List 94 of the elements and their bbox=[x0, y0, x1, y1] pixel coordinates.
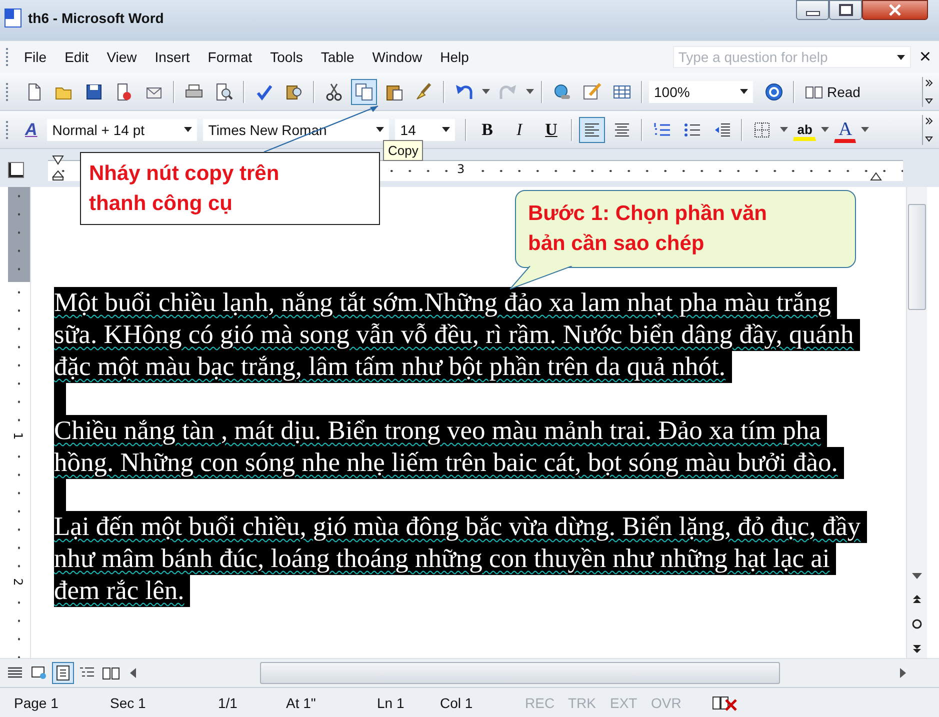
menu-item[interactable]: Window bbox=[367, 47, 428, 67]
align-left-icon bbox=[583, 120, 602, 138]
status-field: 1/1 bbox=[218, 694, 286, 710]
spelling-status-icon bbox=[712, 694, 738, 712]
status-field: Col 1 bbox=[440, 694, 525, 710]
status-field: REC bbox=[525, 694, 568, 710]
globe-link-icon bbox=[553, 82, 571, 100]
print-view-icon bbox=[54, 664, 72, 682]
italic-button[interactable]: I bbox=[505, 116, 534, 144]
spelling-check-icon bbox=[255, 82, 273, 100]
next-page-icon[interactable] bbox=[912, 644, 922, 654]
caret-icon[interactable] bbox=[526, 89, 534, 94]
menu-item[interactable]: Insert bbox=[150, 47, 195, 67]
book-search-icon bbox=[285, 82, 303, 100]
indent-marker-icon[interactable] bbox=[52, 154, 64, 180]
menu-item[interactable]: Format bbox=[202, 47, 258, 67]
word-document-icon bbox=[4, 8, 22, 28]
callout-text: Bước 1: Chọn phần văn bbox=[528, 201, 768, 227]
window-title: th6 - Microsoft Word bbox=[28, 10, 164, 26]
scissors-icon bbox=[325, 82, 343, 100]
font-color-button[interactable]: A bbox=[834, 116, 856, 142]
caret-icon[interactable] bbox=[482, 89, 490, 94]
ruler-number: 3 bbox=[455, 162, 467, 176]
tooltip: Copy bbox=[383, 140, 424, 161]
status-field: TRK bbox=[568, 694, 610, 710]
callout-text: bản cần sao chép bbox=[528, 231, 706, 257]
paintbrush-icon bbox=[415, 82, 433, 100]
caret-icon[interactable] bbox=[780, 127, 788, 132]
undo-icon bbox=[455, 82, 473, 100]
print-view-button[interactable] bbox=[52, 662, 74, 684]
scroll-thumb[interactable] bbox=[260, 662, 780, 684]
scroll-left-icon[interactable] bbox=[130, 668, 136, 678]
tab-selector-icon[interactable] bbox=[8, 162, 24, 178]
previous-page-icon[interactable] bbox=[912, 594, 922, 604]
align-center-icon bbox=[613, 120, 632, 138]
scroll-thumb[interactable] bbox=[908, 204, 926, 310]
horizontal-scrollbar[interactable] bbox=[130, 662, 906, 684]
callout-text: thanh công cụ bbox=[89, 191, 234, 217]
menu-item[interactable]: File bbox=[19, 47, 52, 67]
callout-text: Nháy nút copy trên bbox=[89, 161, 280, 187]
style-dropdown[interactable]: Normal + 14 pt bbox=[47, 118, 198, 140]
caret-icon bbox=[442, 127, 450, 132]
underline-button[interactable]: U bbox=[537, 116, 566, 144]
bullets-icon bbox=[683, 120, 702, 138]
status-field: Ln 1 bbox=[377, 694, 440, 710]
highlight-button[interactable]: ab bbox=[793, 118, 816, 141]
table-icon bbox=[613, 82, 631, 100]
status-field: Page 1 bbox=[14, 694, 110, 710]
browse-object-icon[interactable] bbox=[912, 619, 922, 629]
menu-item[interactable]: Help bbox=[435, 47, 474, 67]
menu-item[interactable]: Edit bbox=[60, 47, 94, 67]
copy-button[interactable] bbox=[351, 78, 377, 104]
close-icon bbox=[888, 4, 902, 16]
status-field: EXT bbox=[610, 694, 651, 710]
right-indent-marker-icon[interactable] bbox=[870, 172, 882, 180]
scroll-right-icon[interactable] bbox=[900, 668, 906, 678]
print-preview-icon bbox=[215, 82, 233, 100]
scroll-down-icon[interactable] bbox=[912, 573, 922, 579]
decrease-indent-icon bbox=[713, 120, 732, 138]
web-view-icon bbox=[30, 664, 48, 682]
toolbar-options-icon[interactable] bbox=[922, 76, 933, 106]
page-permission-icon bbox=[115, 82, 133, 100]
bold-button[interactable]: B bbox=[473, 116, 502, 144]
printer-icon bbox=[185, 82, 203, 100]
menu-item[interactable]: Tools bbox=[265, 47, 308, 67]
close-button[interactable] bbox=[862, 0, 928, 20]
table-pencil-icon bbox=[583, 82, 601, 100]
numbering-icon bbox=[653, 120, 672, 138]
minimize-button[interactable] bbox=[796, 0, 829, 20]
toolbar-options-icon[interactable] bbox=[922, 114, 933, 144]
menu-item[interactable]: Table bbox=[316, 47, 360, 67]
close-document-button[interactable]: × bbox=[913, 46, 939, 68]
status-field: Sec 1 bbox=[110, 694, 218, 710]
caret-icon bbox=[184, 127, 192, 132]
caret-icon[interactable] bbox=[821, 127, 830, 132]
vertical-scrollbar[interactable] bbox=[906, 187, 927, 658]
copy-icon bbox=[355, 82, 373, 100]
help-icon bbox=[765, 82, 783, 100]
menu-item[interactable]: View bbox=[102, 47, 142, 67]
caret-icon bbox=[740, 89, 748, 94]
styles-button[interactable]: A bbox=[21, 116, 42, 144]
zoom-dropdown[interactable]: 100% bbox=[649, 80, 753, 102]
caret-icon[interactable] bbox=[861, 127, 870, 132]
align-left-button[interactable] bbox=[579, 116, 606, 142]
caret-icon bbox=[376, 127, 384, 132]
borders-icon bbox=[753, 120, 772, 138]
status-field: OVR bbox=[651, 694, 712, 710]
read-button[interactable]: Read bbox=[801, 78, 864, 104]
redo-icon bbox=[499, 82, 517, 100]
maximize-button[interactable] bbox=[829, 0, 862, 20]
clipboard-icon bbox=[385, 82, 403, 100]
help-search-field[interactable]: Type a question for help bbox=[673, 46, 912, 68]
font-size-dropdown[interactable]: 14 bbox=[395, 118, 456, 140]
status-field: At 1" bbox=[286, 694, 377, 710]
